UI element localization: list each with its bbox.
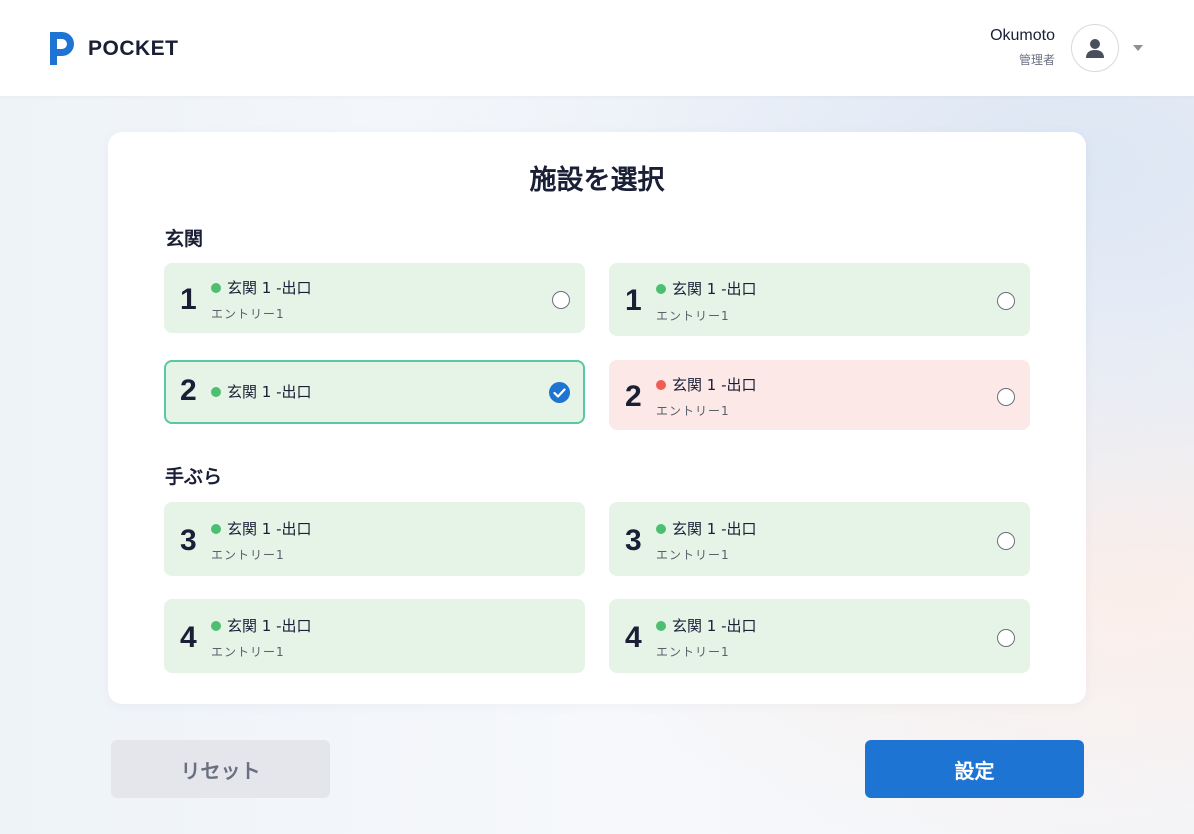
checkmark-icon xyxy=(553,387,566,398)
status-dot xyxy=(656,621,666,631)
option-title: 玄関 1 -出口 xyxy=(672,617,757,635)
user-icon xyxy=(1086,39,1104,58)
status-dot xyxy=(211,283,221,293)
radio-button[interactable] xyxy=(552,291,570,309)
option-title: 玄関 1 -出口 xyxy=(227,520,312,538)
option-number: 3 xyxy=(180,524,197,557)
logo-text: POCKET xyxy=(88,36,179,60)
status-dot xyxy=(656,524,666,534)
radio-checked-icon[interactable] xyxy=(549,382,570,403)
pocket-logo-icon xyxy=(50,32,74,65)
facility-option[interactable]: 1 玄関 1 -出口 エントリー1 xyxy=(609,263,1030,336)
option-number: 2 xyxy=(180,374,197,407)
option-subtitle: エントリー1 xyxy=(211,548,285,562)
option-subtitle: エントリー1 xyxy=(211,645,285,659)
facility-option[interactable]: 3 玄関 1 -出口 エントリー1 xyxy=(609,502,1030,576)
option-title: 玄関 1 -出口 xyxy=(227,383,312,401)
radio-button[interactable] xyxy=(997,532,1015,550)
option-subtitle: エントリー1 xyxy=(656,645,730,659)
status-dot xyxy=(211,524,221,534)
facility-option[interactable]: 4 玄関 1 -出口 エントリー1 xyxy=(164,599,585,673)
avatar[interactable] xyxy=(1071,24,1119,72)
facility-option[interactable]: 4 玄関 1 -出口 エントリー1 xyxy=(609,599,1030,673)
facility-option[interactable]: 1 玄関 1 -出口 エントリー1 xyxy=(164,263,585,333)
app-header: POCKET Okumoto 管理者 xyxy=(0,0,1194,96)
facility-option[interactable]: 3 玄関 1 -出口 エントリー1 xyxy=(164,502,585,576)
status-dot xyxy=(211,621,221,631)
option-number: 4 xyxy=(180,621,197,654)
facility-select-card: 施設を選択 玄関 1 玄関 1 -出口 エントリー1 1 玄関 1 -出口 エン… xyxy=(108,132,1086,704)
radio-button[interactable] xyxy=(997,388,1015,406)
status-dot xyxy=(656,284,666,294)
user-role: 管理者 xyxy=(1018,53,1055,67)
option-number: 1 xyxy=(625,284,642,317)
status-dot-error xyxy=(656,380,666,390)
reset-button[interactable]: リセット xyxy=(111,740,330,798)
option-title: 玄関 1 -出口 xyxy=(227,617,312,635)
facility-option-selected[interactable]: 2 玄関 1 -出口 xyxy=(164,360,585,424)
option-title: 玄関 1 -出口 xyxy=(227,279,312,297)
group-label-genkan: 玄関 xyxy=(165,228,204,250)
pocket-logo[interactable]: POCKET xyxy=(48,30,179,67)
group-label-tebura: 手ぶら xyxy=(165,466,223,488)
chevron-down-icon[interactable] xyxy=(1133,45,1143,51)
status-dot xyxy=(211,387,221,397)
option-number: 1 xyxy=(180,283,197,316)
submit-button[interactable]: 設定 xyxy=(865,740,1084,798)
option-subtitle: エントリー1 xyxy=(656,548,730,562)
option-subtitle: エントリー1 xyxy=(656,309,730,323)
option-title: 玄関 1 -出口 xyxy=(672,376,757,394)
radio-button[interactable] xyxy=(997,629,1015,647)
facility-option[interactable]: 2 玄関 1 -出口 エントリー1 xyxy=(609,360,1030,430)
option-subtitle: エントリー1 xyxy=(211,307,285,321)
option-subtitle: エントリー1 xyxy=(656,404,730,418)
radio-button[interactable] xyxy=(997,292,1015,310)
option-title: 玄関 1 -出口 xyxy=(672,520,757,538)
option-number: 2 xyxy=(625,380,642,413)
user-name: Okumoto xyxy=(990,27,1055,44)
option-number: 4 xyxy=(625,621,642,654)
option-number: 3 xyxy=(625,524,642,557)
page-title: 施設を選択 xyxy=(529,165,665,196)
user-info: Okumoto 管理者 xyxy=(990,27,1055,68)
option-title: 玄関 1 -出口 xyxy=(672,280,757,298)
